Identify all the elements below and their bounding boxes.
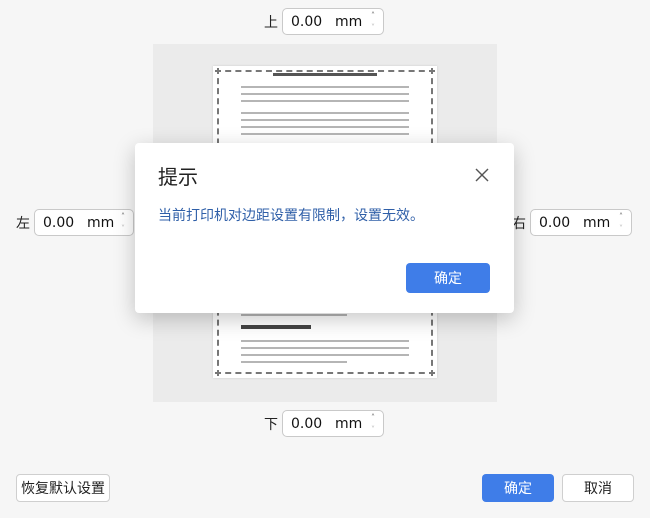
preview-text-line xyxy=(241,93,409,95)
preview-text-line xyxy=(241,119,409,121)
preview-text-line xyxy=(241,126,409,128)
chevron-down-icon[interactable]: ˅ xyxy=(371,424,375,435)
chevron-up-icon[interactable]: ˄ xyxy=(371,10,375,21)
dialog-ok-button[interactable]: 确定 xyxy=(406,263,490,293)
preview-text-line xyxy=(273,73,377,76)
preview-text-line xyxy=(241,86,409,88)
margin-right-unit: mm xyxy=(583,214,611,231)
preview-text-line xyxy=(241,112,409,114)
cancel-button[interactable]: 取消 xyxy=(562,474,634,502)
chevron-down-icon[interactable]: ˅ xyxy=(619,223,623,234)
chevron-down-icon[interactable]: ˅ xyxy=(121,223,125,234)
preview-text-line xyxy=(241,314,347,316)
restore-defaults-button[interactable]: 恢复默认设置 xyxy=(16,474,110,502)
chevron-up-icon[interactable]: ˄ xyxy=(619,211,623,222)
margin-top-arrows: ˄ ˅ xyxy=(367,10,379,33)
margin-bottom-value[interactable]: 0.00 xyxy=(283,416,335,432)
margin-left-spinbox[interactable]: 0.00 mm ˄ ˅ xyxy=(34,209,134,236)
warning-dialog: 提示 当前打印机对边距设置有限制，设置无效。 确定 xyxy=(135,143,514,313)
preview-heading-line xyxy=(241,325,311,329)
close-icon[interactable] xyxy=(474,167,490,183)
margin-top-label: 上 xyxy=(264,14,278,31)
margin-right-label: 右 xyxy=(512,215,526,232)
margin-left-arrows: ˄ ˅ xyxy=(117,211,129,234)
margin-right-spinbox[interactable]: 0.00 mm ˄ ˅ xyxy=(530,209,632,236)
margin-guide-bottom xyxy=(215,372,435,374)
margin-top-value[interactable]: 0.00 xyxy=(283,14,335,30)
preview-text-line xyxy=(241,347,409,349)
preview-text-line xyxy=(241,354,409,356)
margin-left-unit: mm xyxy=(87,214,115,231)
margin-right-row: 右 0.00 mm ˄ ˅ xyxy=(512,209,632,236)
margin-bottom-arrows: ˄ ˅ xyxy=(367,412,379,435)
margin-bottom-spinbox[interactable]: 0.00 mm ˄ ˅ xyxy=(282,410,384,437)
margin-bottom-label: 下 xyxy=(264,416,278,433)
margin-left-value[interactable]: 0.00 xyxy=(35,215,87,231)
margin-bottom-row: 下 0.00 mm ˄ ˅ xyxy=(264,410,384,437)
preview-text-line xyxy=(241,340,409,342)
margin-bottom-unit: mm xyxy=(335,415,363,432)
ok-button[interactable]: 确定 xyxy=(482,474,554,502)
margin-guide-top xyxy=(215,70,435,72)
margin-right-value[interactable]: 0.00 xyxy=(531,215,583,231)
preview-text-line xyxy=(241,133,409,135)
margin-left-label: 左 xyxy=(16,215,30,232)
margin-top-spinbox[interactable]: 0.00 mm ˄ ˅ xyxy=(282,8,384,35)
dialog-message: 当前打印机对边距设置有限制，设置无效。 xyxy=(158,208,424,224)
margin-right-arrows: ˄ ˅ xyxy=(615,211,627,234)
margin-top-unit: mm xyxy=(335,13,363,30)
chevron-up-icon[interactable]: ˄ xyxy=(371,412,375,423)
margin-left-row: 左 0.00 mm ˄ ˅ xyxy=(16,209,134,236)
dialog-title: 提示 xyxy=(158,165,198,189)
margin-top-row: 上 0.00 mm ˄ ˅ xyxy=(264,8,384,35)
chevron-up-icon[interactable]: ˄ xyxy=(121,211,125,222)
chevron-down-icon[interactable]: ˅ xyxy=(371,22,375,33)
preview-text-line xyxy=(241,361,347,363)
preview-text-line xyxy=(241,100,409,102)
